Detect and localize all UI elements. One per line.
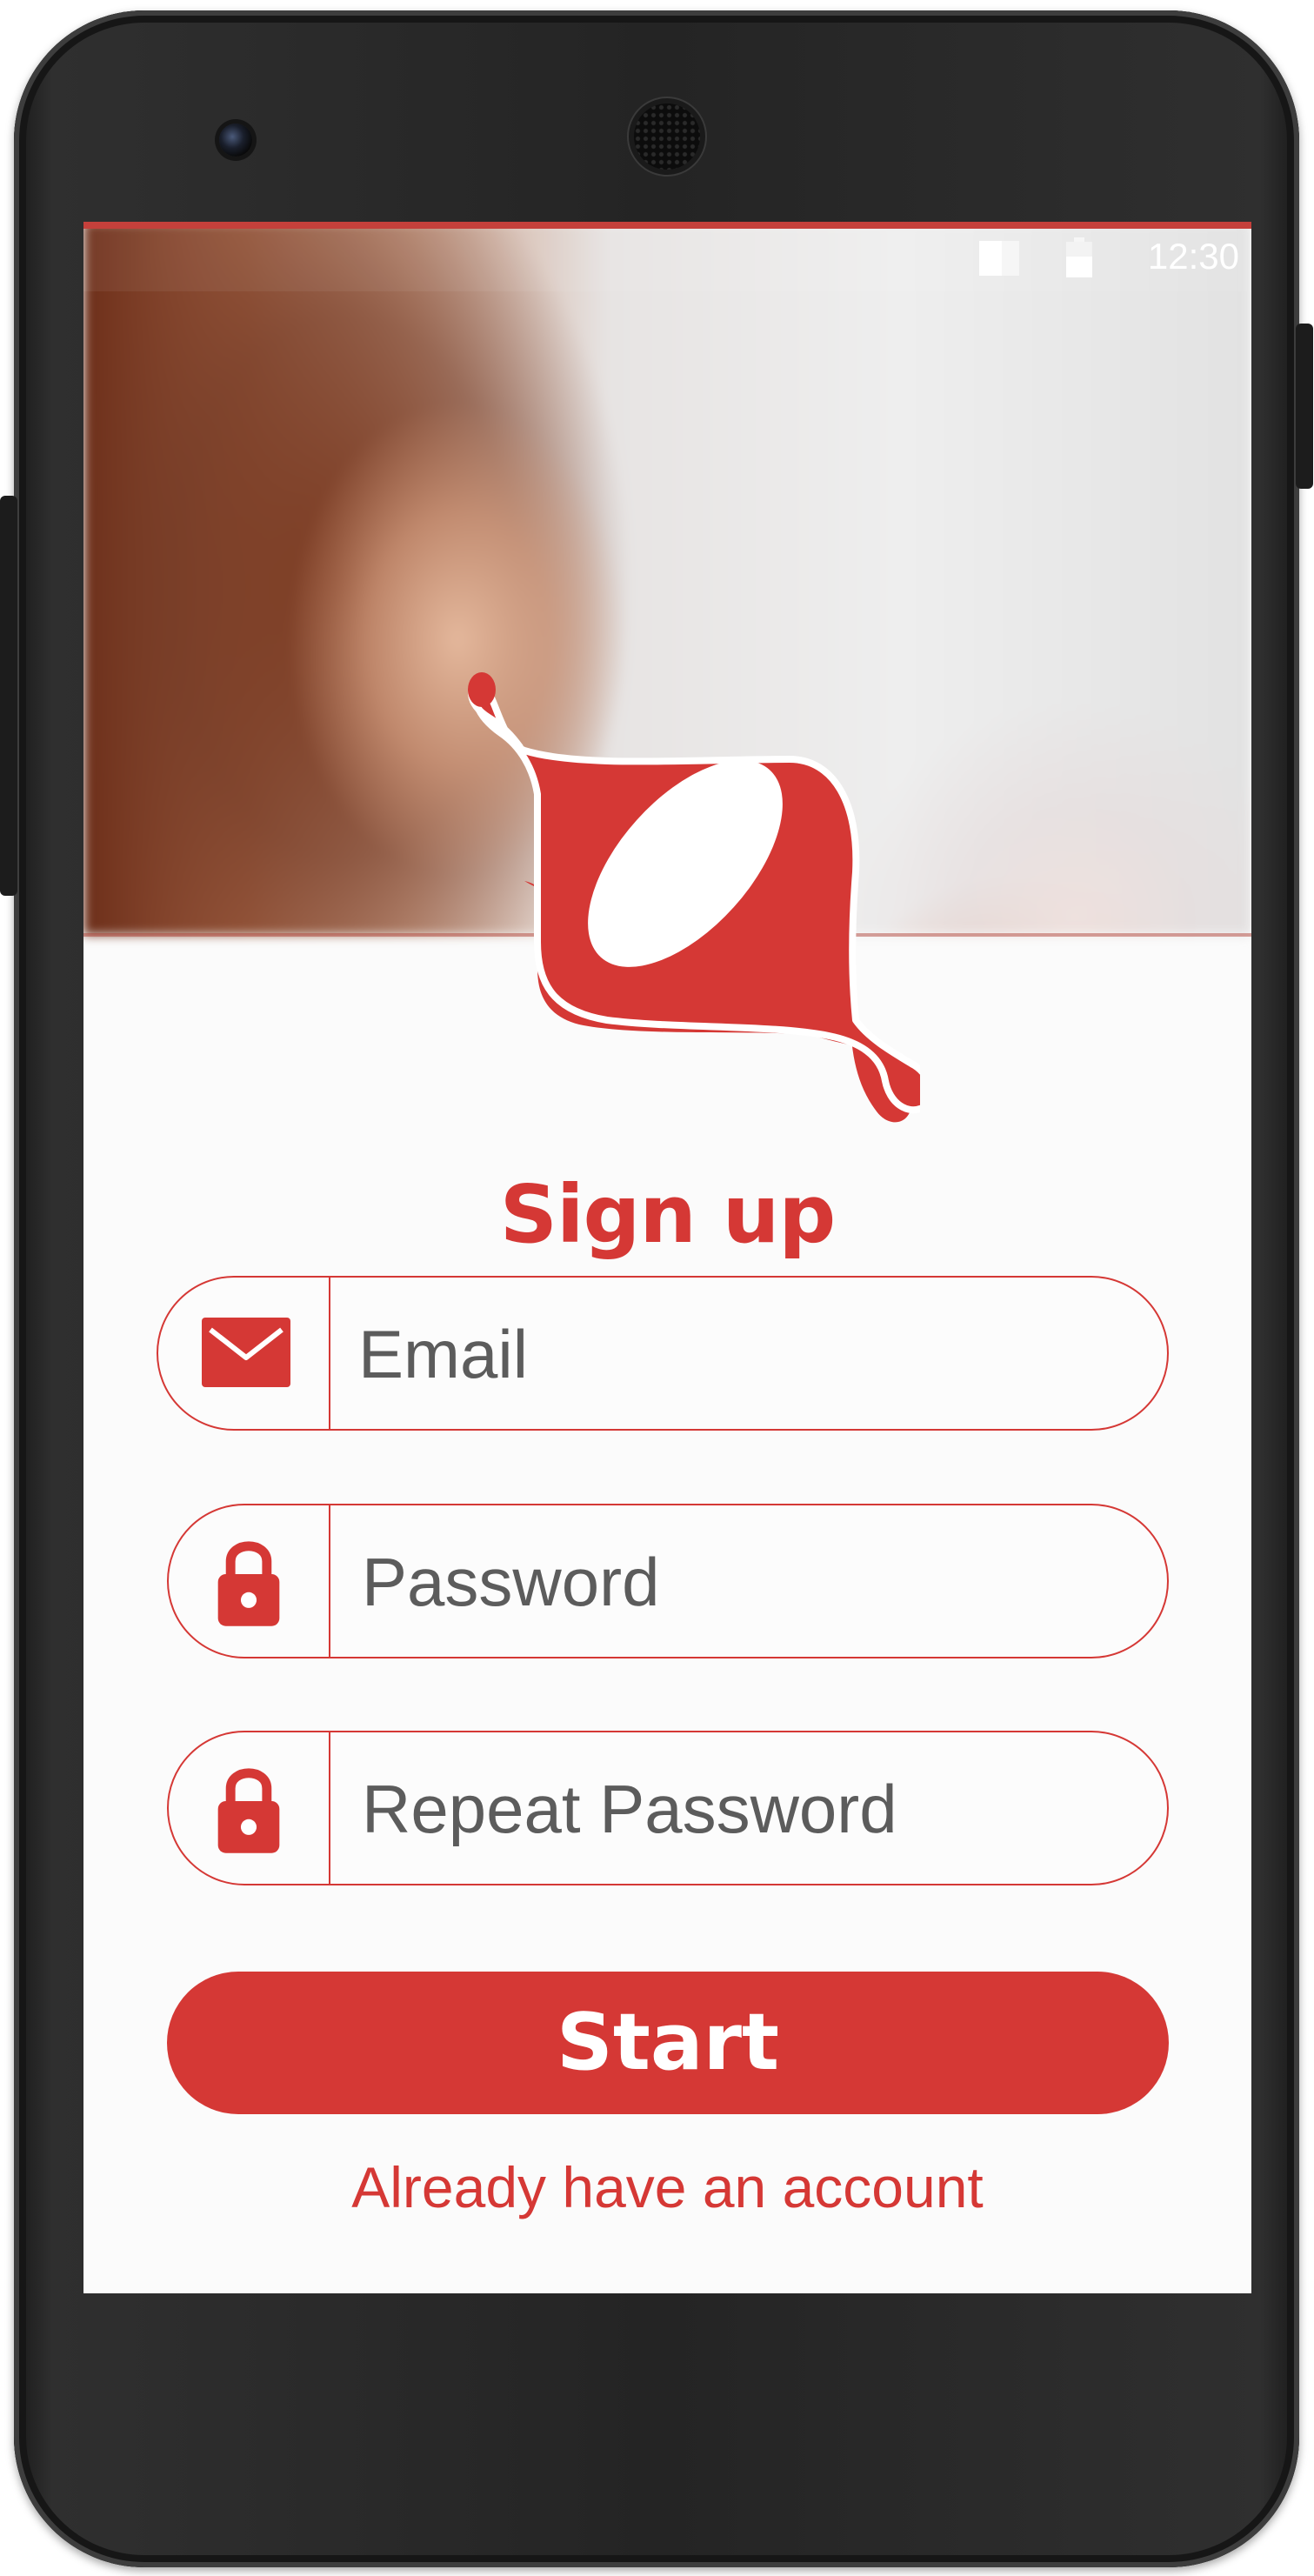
- front-camera: [219, 123, 252, 157]
- lock-icon: [217, 1541, 280, 1626]
- battery-icon: [1066, 237, 1092, 277]
- phone-frame: 12:30 Sign up Email Start Already have a…: [14, 10, 1299, 2567]
- password-input[interactable]: [360, 1526, 1129, 1638]
- password-field[interactable]: [167, 1504, 1169, 1658]
- field-divider: [329, 1278, 330, 1429]
- already-have-account-link[interactable]: Already have an account: [83, 2154, 1251, 2220]
- status-bar: 12:30: [83, 222, 1251, 291]
- app-screen: 12:30 Sign up Email Start Already have a…: [83, 222, 1251, 2293]
- repeat-password-input[interactable]: [360, 1753, 1129, 1865]
- mail-icon: [202, 1318, 290, 1387]
- brand-logo-icon: [468, 672, 920, 1123]
- volume-button: [0, 496, 17, 896]
- email-input[interactable]: [357, 1298, 1125, 1410]
- status-time: 12:30: [1147, 236, 1239, 277]
- repeat-password-field[interactable]: [167, 1731, 1169, 1885]
- email-field[interactable]: [157, 1276, 1169, 1431]
- field-divider: [329, 1505, 330, 1657]
- signal-icon: [979, 241, 1019, 276]
- earpiece-speaker: [634, 103, 700, 170]
- power-button: [1296, 324, 1313, 489]
- start-button[interactable]: Start: [167, 1972, 1169, 2114]
- page-title: Sign up: [499, 1168, 837, 1261]
- lock-icon: [217, 1768, 280, 1853]
- field-divider: [329, 1732, 330, 1884]
